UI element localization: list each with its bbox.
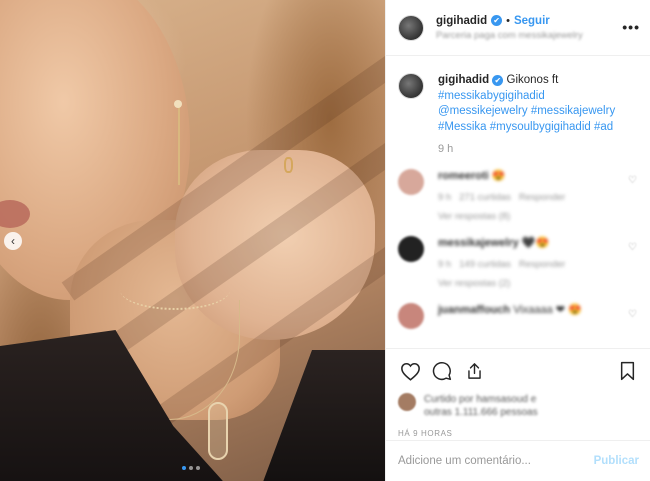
likes-text: Curtido por hamsasoud e outras 1.111.666… [424, 393, 538, 419]
avatar[interactable] [398, 169, 424, 195]
chevron-left-icon: ‹ [11, 234, 15, 248]
header-row: gigihadid ✔ • Seguir [436, 15, 583, 27]
comment-content: 😍 [491, 170, 506, 182]
ring [284, 157, 293, 173]
like-comment-icon[interactable]: ♡ [628, 242, 637, 253]
share-icon [467, 363, 481, 379]
likes-summary[interactable]: Curtido por hamsasoud e outras 1.111.666… [398, 393, 639, 419]
comment-text: romeeroti 😍 [438, 169, 565, 182]
likes-line[interactable]: outras 1.111.666 pessoas [424, 407, 538, 418]
comment-item: romeeroti 😍 9 h 271 curtidas Responder V… [398, 169, 639, 222]
username-link[interactable]: gigihadid [438, 74, 489, 86]
comment-meta: 9 h 271 curtidas Responder [438, 192, 565, 203]
post-actions: Curtido por hamsasoud e outras 1.111.666… [386, 348, 650, 438]
comment-body: romeeroti 😍 9 h 271 curtidas Responder V… [438, 169, 565, 222]
comment-likes[interactable]: 271 curtidas [459, 192, 511, 203]
comment-meta: 9 h 149 curtidas Responder [438, 259, 565, 270]
comment-body: messikajewelry 🖤😍 9 h 149 curtidas Respo… [438, 236, 565, 289]
comment-content: Vixaaaa ❤ 😍 [513, 304, 582, 316]
caption-intro: Gikonos ft [506, 74, 559, 86]
comment-time[interactable]: 9 h [438, 259, 451, 270]
caption-time[interactable]: 9 h [438, 143, 639, 155]
comment-username[interactable]: juanmaffouch [438, 304, 510, 316]
hashtag-link[interactable]: #Messika #mysoulbygigihadid #ad [438, 121, 613, 133]
reply-button[interactable]: Responder [519, 259, 565, 270]
verified-badge-icon: ✔ [491, 15, 503, 26]
likes-line: Curtido por hamsasoud e [424, 394, 537, 405]
share-button[interactable] [462, 359, 486, 383]
avatar[interactable] [398, 236, 424, 262]
pendant [208, 402, 228, 460]
add-comment-bar: Publicar [386, 440, 650, 481]
more-options-icon[interactable]: ••• [622, 19, 640, 35]
caption-text: gigihadid ✔ Gikonos ft #messikabygigihad… [438, 73, 615, 135]
comment-username[interactable]: messikajewelry [438, 237, 519, 249]
verified-badge-icon: ✔ [492, 75, 504, 86]
carousel-dots [182, 466, 200, 470]
reply-button[interactable]: Responder [519, 192, 565, 203]
avatar[interactable] [398, 303, 424, 329]
avatar[interactable] [398, 73, 424, 99]
like-comment-icon[interactable]: ♡ [628, 175, 637, 186]
publish-button[interactable]: Publicar [594, 455, 639, 467]
username-link[interactable]: gigihadid [436, 15, 487, 27]
comment-text: juanmaffouch Vixaaaa ❤ 😍 [438, 303, 582, 316]
post-image[interactable]: ‹ [0, 0, 385, 481]
avatar [398, 393, 416, 411]
caption: gigihadid ✔ Gikonos ft #messikabygigihad… [398, 73, 639, 135]
post-side-panel: gigihadid ✔ • Seguir Parceria paga com m… [385, 0, 650, 481]
comment-likes[interactable]: 149 curtidas [459, 259, 511, 270]
paid-partnership-link[interactable]: Parceria paga com messikajewelry [436, 30, 583, 41]
carousel-dot[interactable] [196, 466, 200, 470]
post-header: gigihadid ✔ • Seguir Parceria paga com m… [386, 0, 650, 56]
heart-icon [400, 362, 420, 381]
bookmark-icon [620, 361, 634, 381]
avatar[interactable] [398, 14, 424, 41]
hashtag-link[interactable]: #messikabygigihadid [438, 90, 545, 102]
comment-body: juanmaffouch Vixaaaa ❤ 😍 [438, 303, 582, 329]
earring-stud [174, 100, 182, 108]
carousel-prev-button[interactable]: ‹ [4, 232, 22, 250]
comment-time[interactable]: 9 h [438, 192, 451, 203]
like-comment-icon[interactable]: ♡ [628, 309, 637, 320]
comment-icon [432, 362, 452, 381]
hashtag-link[interactable]: @messikejewelry #messikajewelry [438, 105, 615, 117]
comment-item: messikajewelry 🖤😍 9 h 149 curtidas Respo… [398, 236, 639, 289]
earring [178, 105, 180, 185]
view-replies-button[interactable]: Ver respostas (2) [438, 278, 565, 289]
action-icons [398, 357, 639, 385]
comment-input[interactable] [398, 455, 594, 467]
like-button[interactable] [398, 359, 422, 383]
save-button[interactable] [615, 359, 639, 383]
comment-item: juanmaffouch Vixaaaa ❤ 😍 ♡ [398, 303, 639, 329]
comment-button[interactable] [430, 359, 454, 383]
header-meta: gigihadid ✔ • Seguir Parceria paga com m… [436, 15, 583, 41]
comment-username[interactable]: romeeroti [438, 170, 489, 182]
separator-bullet: • [506, 14, 510, 27]
comments-list[interactable]: gigihadid ✔ Gikonos ft #messikabygigihad… [386, 57, 650, 347]
post-timestamp[interactable]: HÁ 9 HORAS [398, 429, 639, 438]
comment-text: messikajewelry 🖤😍 [438, 236, 565, 249]
comment-content: 🖤😍 [521, 237, 550, 249]
carousel-dot[interactable] [189, 466, 193, 470]
carousel-dot[interactable] [182, 466, 186, 470]
follow-button[interactable]: Seguir [514, 15, 550, 27]
view-replies-button[interactable]: Ver respostas (8) [438, 211, 565, 222]
